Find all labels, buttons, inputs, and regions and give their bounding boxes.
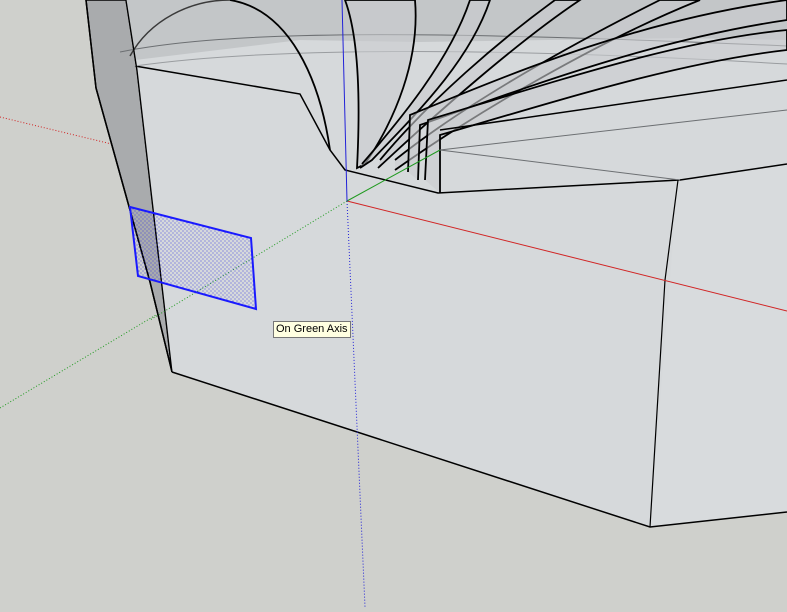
- inference-tooltip: On Green Axis: [273, 321, 351, 338]
- model-viewport[interactable]: [0, 0, 787, 608]
- viewport-canvas[interactable]: [0, 0, 787, 608]
